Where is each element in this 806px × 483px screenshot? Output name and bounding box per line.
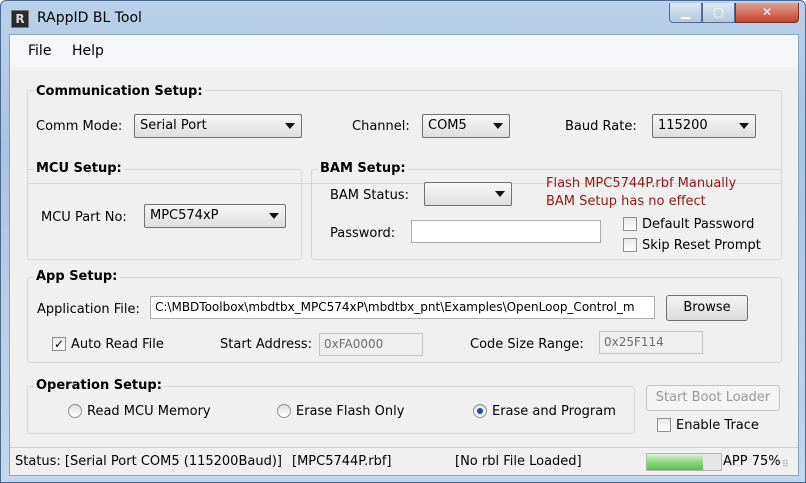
skip-reset-label: Skip Reset Prompt xyxy=(642,238,761,253)
start-boot-loader-button[interactable]: Start Boot Loader xyxy=(646,385,780,411)
progress-fill xyxy=(647,454,703,470)
enable-trace-checkbox[interactable] xyxy=(657,418,671,432)
status-connection: Status: [Serial Port COM5 (115200Baud)] xyxy=(15,454,282,469)
progress-label: APP 75% xyxy=(723,454,781,469)
password-label: Password: xyxy=(330,226,396,241)
read-mcu-memory-radio[interactable] xyxy=(68,404,82,418)
browse-button[interactable]: Browse xyxy=(666,295,748,321)
channel-label: Channel: xyxy=(352,119,410,134)
client-area: File Help Communication Setup: Comm Mode… xyxy=(9,34,799,476)
app-logo-icon: R xyxy=(11,10,29,28)
channel-select[interactable]: COM5 xyxy=(422,114,510,138)
minimize-button[interactable]: ▁ xyxy=(669,3,702,23)
close-icon: ✕ xyxy=(761,5,773,19)
default-password-checkbox[interactable] xyxy=(623,217,637,231)
chevron-down-icon xyxy=(495,191,505,197)
status-bar: Status: [Serial Port COM5 (115200Baud)] … xyxy=(10,447,798,475)
application-file-field[interactable]: C:\MBDToolbox\mbdtbx_MPC574xP\mbdtbx_pnt… xyxy=(150,296,655,319)
auto-read-checkbox[interactable]: ✓ xyxy=(52,337,66,351)
chevron-down-icon xyxy=(493,123,503,129)
status-rbf-file: [MPC5744P.rbf] xyxy=(292,454,392,469)
radio-selected-dot xyxy=(477,408,483,414)
chevron-down-icon xyxy=(269,213,279,219)
baud-rate-label: Baud Rate: xyxy=(565,119,637,134)
comm-mode-label: Comm Mode: xyxy=(36,119,123,134)
bam-setup-title: BAM Setup: xyxy=(318,161,408,176)
enable-trace-label: Enable Trace xyxy=(676,418,759,433)
menu-file[interactable]: File xyxy=(28,43,51,59)
mcu-part-label: MCU Part No: xyxy=(41,210,127,225)
close-button[interactable]: ✕ xyxy=(735,3,799,23)
password-field[interactable] xyxy=(411,220,601,243)
comm-mode-value: Serial Port xyxy=(140,118,207,133)
read-mcu-memory-label: Read MCU Memory xyxy=(87,404,211,419)
mcu-setup-title: MCU Setup: xyxy=(34,161,124,176)
app-window: R RAppID BL Tool ▁ ▢ ✕ File Help Communi… xyxy=(0,0,806,483)
bam-warning-line2: BAM Setup has no effect xyxy=(546,194,706,209)
erase-and-program-label: Erase and Program xyxy=(492,404,616,419)
menu-bar: File Help xyxy=(10,35,798,67)
comm-mode-select[interactable]: Serial Port xyxy=(134,114,302,138)
menu-help[interactable]: Help xyxy=(72,43,104,59)
bam-warning-line1: Flash MPC5744P.rbf Manually xyxy=(546,176,737,191)
maximize-icon: ▢ xyxy=(712,5,725,19)
chevron-down-icon xyxy=(285,123,295,129)
window-title: RAppID BL Tool xyxy=(37,10,142,26)
title-bar[interactable]: R RAppID BL Tool ▁ ▢ ✕ xyxy=(1,1,805,35)
maximize-button[interactable]: ▢ xyxy=(702,3,735,23)
erase-and-program-radio[interactable] xyxy=(473,404,487,418)
erase-flash-only-label: Erase Flash Only xyxy=(296,404,405,419)
baud-rate-value: 115200 xyxy=(658,118,708,133)
progress-bar xyxy=(646,453,722,471)
default-password-label: Default Password xyxy=(642,217,755,232)
channel-value: COM5 xyxy=(428,118,467,133)
status-rbl-file: [No rbl File Loaded] xyxy=(455,454,582,469)
baud-rate-select[interactable]: 115200 xyxy=(652,114,756,138)
erase-flash-only-radio[interactable] xyxy=(277,404,291,418)
mcu-part-select[interactable]: MPC574xP xyxy=(144,204,286,228)
auto-read-label: Auto Read File xyxy=(71,337,164,352)
application-file-label: Application File: xyxy=(37,302,140,317)
start-address-label: Start Address: xyxy=(220,337,313,352)
checkmark-icon: ✓ xyxy=(53,337,65,351)
resize-grip-icon[interactable]: ⠿ xyxy=(782,460,796,474)
bam-status-label: BAM Status: xyxy=(330,188,409,203)
mcu-part-value: MPC574xP xyxy=(150,208,219,223)
app-setup-title: App Setup: xyxy=(34,269,120,284)
skip-reset-checkbox[interactable] xyxy=(623,238,637,252)
start-address-field[interactable]: 0xFA0000 xyxy=(319,333,423,356)
code-size-field[interactable]: 0x25F114 xyxy=(599,331,703,354)
bam-status-select[interactable] xyxy=(424,182,512,206)
communication-setup-title: Communication Setup: xyxy=(34,84,205,99)
code-size-label: Code Size Range: xyxy=(470,337,584,352)
minimize-icon: ▁ xyxy=(680,5,691,19)
chevron-down-icon xyxy=(739,123,749,129)
operation-setup-title: Operation Setup: xyxy=(34,378,164,393)
